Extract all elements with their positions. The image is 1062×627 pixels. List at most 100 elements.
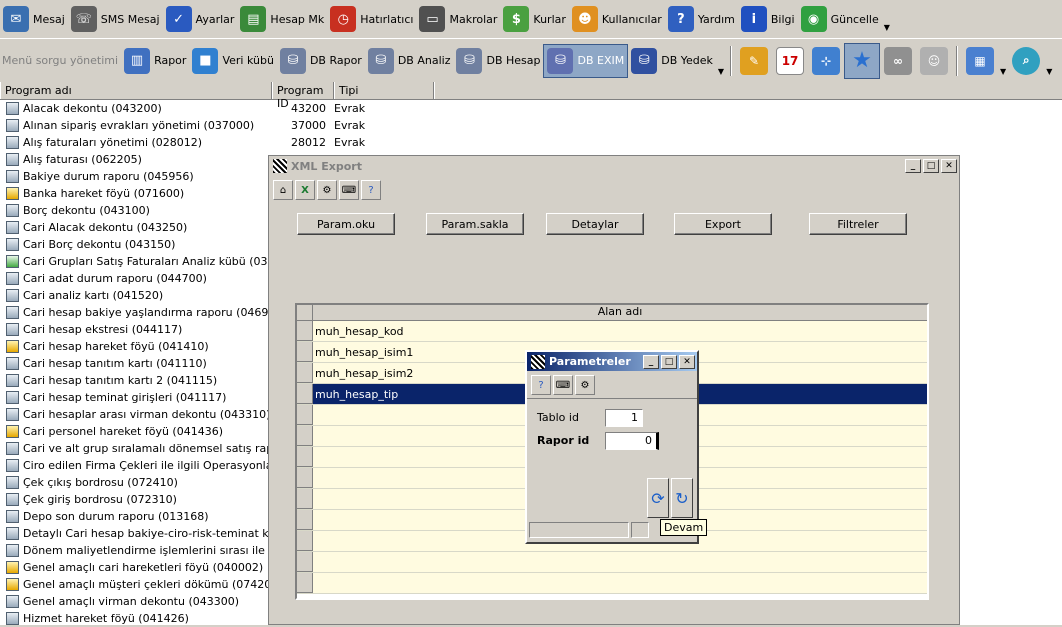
row-indicator[interactable] (297, 531, 313, 551)
query-manager-label[interactable]: Menü sorgu yönetimi (0, 44, 121, 78)
report-icon: ▥ (124, 47, 151, 74)
continue-tooltip: Devam (660, 519, 708, 536)
toolbar-button-db-yedek[interactable]: ⛁ DB Yedek (628, 44, 716, 78)
row-indicator[interactable] (297, 510, 313, 530)
row-indicator[interactable] (297, 447, 313, 467)
settings-button[interactable]: ⚙ (575, 375, 595, 395)
favorites-button[interactable]: ★ (844, 42, 881, 79)
column-header-type[interactable]: Tipi (334, 82, 434, 99)
program-id-cell: 37000 (291, 119, 326, 132)
toolbar-overflow-arrow[interactable]: ▼ (718, 67, 724, 76)
program-name-cell: Çek çıkış bordrosu (072410) (0, 476, 270, 489)
program-name-cell: Banka hareket föyü (071600) (0, 187, 270, 200)
keyboard-button[interactable]: ⌨ (553, 375, 573, 395)
toolbar-button-db-rapor[interactable]: ⛁ DB Rapor (277, 44, 365, 78)
grid-view-button[interactable]: ▦ (962, 43, 998, 79)
excel-button[interactable]: X (295, 180, 315, 200)
list-item[interactable]: Alacak dekontu (043200) 43200 Evrak (0, 100, 1062, 117)
tree-button[interactable]: ⊹ (808, 43, 844, 79)
toolbar-button-db-hesap[interactable]: ⛁ DB Hesap (453, 44, 543, 78)
calendar-button[interactable]: 17 (772, 43, 808, 79)
toolbar-button-hat-rlat-c[interactable]: ◷ Hatırlatıcı (327, 2, 416, 36)
toolbar-overflow-arrow[interactable]: ▼ (884, 23, 890, 32)
help-button[interactable]: ? (361, 180, 381, 200)
export-button[interactable]: Export (674, 213, 772, 235)
program-name: Cari Grupları Satış Faturaları Analiz kü… (23, 255, 270, 268)
toolbar-button-db-analiz[interactable]: ⛁ DB Analiz (365, 44, 454, 78)
row-indicator[interactable] (297, 405, 313, 425)
search-globe-button[interactable]: ⌕ (1008, 43, 1044, 79)
field-name-cell[interactable] (313, 573, 927, 593)
close-button[interactable]: ✕ (941, 159, 957, 173)
search-dropdown[interactable]: ▼ (1046, 67, 1052, 76)
column-header-id[interactable]: Program ID (272, 82, 334, 110)
user-button[interactable]: ☺ (916, 43, 952, 79)
binoculars-button[interactable]: ∞ (880, 43, 916, 79)
toolbar-button-ayarlar[interactable]: ✓ Ayarlar (163, 2, 238, 36)
home-button[interactable]: ⌂ (273, 180, 293, 200)
grid-row[interactable] (297, 552, 927, 573)
rapor-id-field[interactable]: 0 (605, 432, 659, 450)
toolbar-button-mesaj[interactable]: ✉ Mesaj (0, 2, 68, 36)
toolbar-button-bilgi[interactable]: i Bilgi (738, 2, 798, 36)
grid-view-dropdown[interactable]: ▼ (1000, 67, 1006, 76)
minimize-button[interactable]: _ (643, 354, 659, 369)
toolbar-button-hesap-mk[interactable]: ▤ Hesap Mk (237, 2, 327, 36)
parameters-titlebar[interactable]: Parametreler _ □ ✕ (527, 352, 697, 371)
maximize-button[interactable]: □ (923, 159, 939, 173)
program-icon (6, 561, 19, 574)
eraser-button[interactable]: ✎ (736, 43, 772, 79)
row-indicator[interactable] (297, 573, 313, 593)
toolbar-button-makrolar[interactable]: ▭ Makrolar (416, 2, 500, 36)
tape-icon: ▭ (419, 6, 446, 32)
row-indicator[interactable] (297, 468, 313, 488)
user-icon: ☺ (920, 46, 949, 75)
toolbar-button-sms-mesaj[interactable]: ☏ SMS Mesaj (68, 2, 163, 36)
xml-export-titlebar[interactable]: XML Export _ □ ✕ (269, 156, 959, 176)
toolbar-button-rapor[interactable]: ▥ Rapor (121, 44, 189, 78)
toolbar-button-kullan-c-lar[interactable]: ☻ Kullanıcılar (569, 2, 665, 36)
field-name-cell[interactable]: muh_hesap_kod (313, 321, 927, 341)
settings-button[interactable]: ⚙ (317, 180, 337, 200)
toolbar-button-db-exim[interactable]: ⛁ DB EXIM (543, 43, 629, 78)
row-indicator[interactable] (297, 363, 313, 383)
tablo-id-field[interactable]: 1 (605, 409, 643, 427)
close-button[interactable]: ✕ (679, 354, 695, 369)
grid-row[interactable]: muh_hesap_kod (297, 321, 927, 342)
program-type-cell: Evrak (334, 136, 366, 149)
filters-button[interactable]: Filtreler (809, 213, 907, 235)
row-indicator[interactable] (297, 342, 313, 362)
minimize-button[interactable]: _ (905, 159, 921, 173)
column-header-name[interactable]: Program adı (0, 82, 272, 99)
details-button[interactable]: Detaylar (546, 213, 644, 235)
program-icon (6, 544, 19, 557)
param-read-button[interactable]: Param.oku (297, 213, 395, 235)
toolbar-button-yard-m[interactable]: ? Yardım (665, 2, 738, 36)
row-indicator[interactable] (297, 321, 313, 341)
toolbar-button-guncelle[interactable]: ◉ Güncelle (798, 2, 882, 36)
program-name-cell: Cari hesap tanıtım kartı 2 (041115) (0, 374, 270, 387)
row-indicator[interactable] (297, 384, 313, 404)
grid-header-field-name[interactable]: Alan adı (313, 305, 927, 320)
list-item[interactable]: Alınan sipariş evrakları yönetimi (03700… (0, 117, 1062, 134)
keyboard-button[interactable]: ⌨ (339, 180, 359, 200)
toolbar-button-label: Yardım (697, 12, 735, 26)
program-name-cell: Genel amaçlı müşteri çekleri dökümü (074… (0, 578, 270, 591)
status-bar-middle (631, 522, 649, 538)
param-save-button[interactable]: Param.sakla (426, 213, 524, 235)
list-item[interactable]: Alış faturaları yönetimi (028012) 28012 Ev… (0, 134, 1062, 151)
help-button[interactable]: ? (531, 375, 551, 395)
continue-button[interactable]: ↻ (671, 478, 693, 518)
toolbar-button-veri-kubu[interactable]: ■ Veri kübü (189, 44, 276, 78)
grid-row[interactable] (297, 573, 927, 594)
row-indicator[interactable] (297, 489, 313, 509)
row-indicator[interactable] (297, 552, 313, 572)
program-name-cell: Cari hesap hareket föyü (041410) (0, 340, 270, 353)
toolbar-button-kurlar[interactable]: $ Kurlar (500, 2, 568, 36)
refresh-button[interactable]: ⟳ (647, 478, 669, 518)
program-name-cell: Bakiye durum raporu (045956) (0, 170, 270, 183)
maximize-button[interactable]: □ (661, 354, 677, 369)
field-name-cell[interactable] (313, 552, 927, 572)
program-name: Cari hesaplar arası virman dekontu (0433… (23, 408, 270, 421)
row-indicator[interactable] (297, 426, 313, 446)
